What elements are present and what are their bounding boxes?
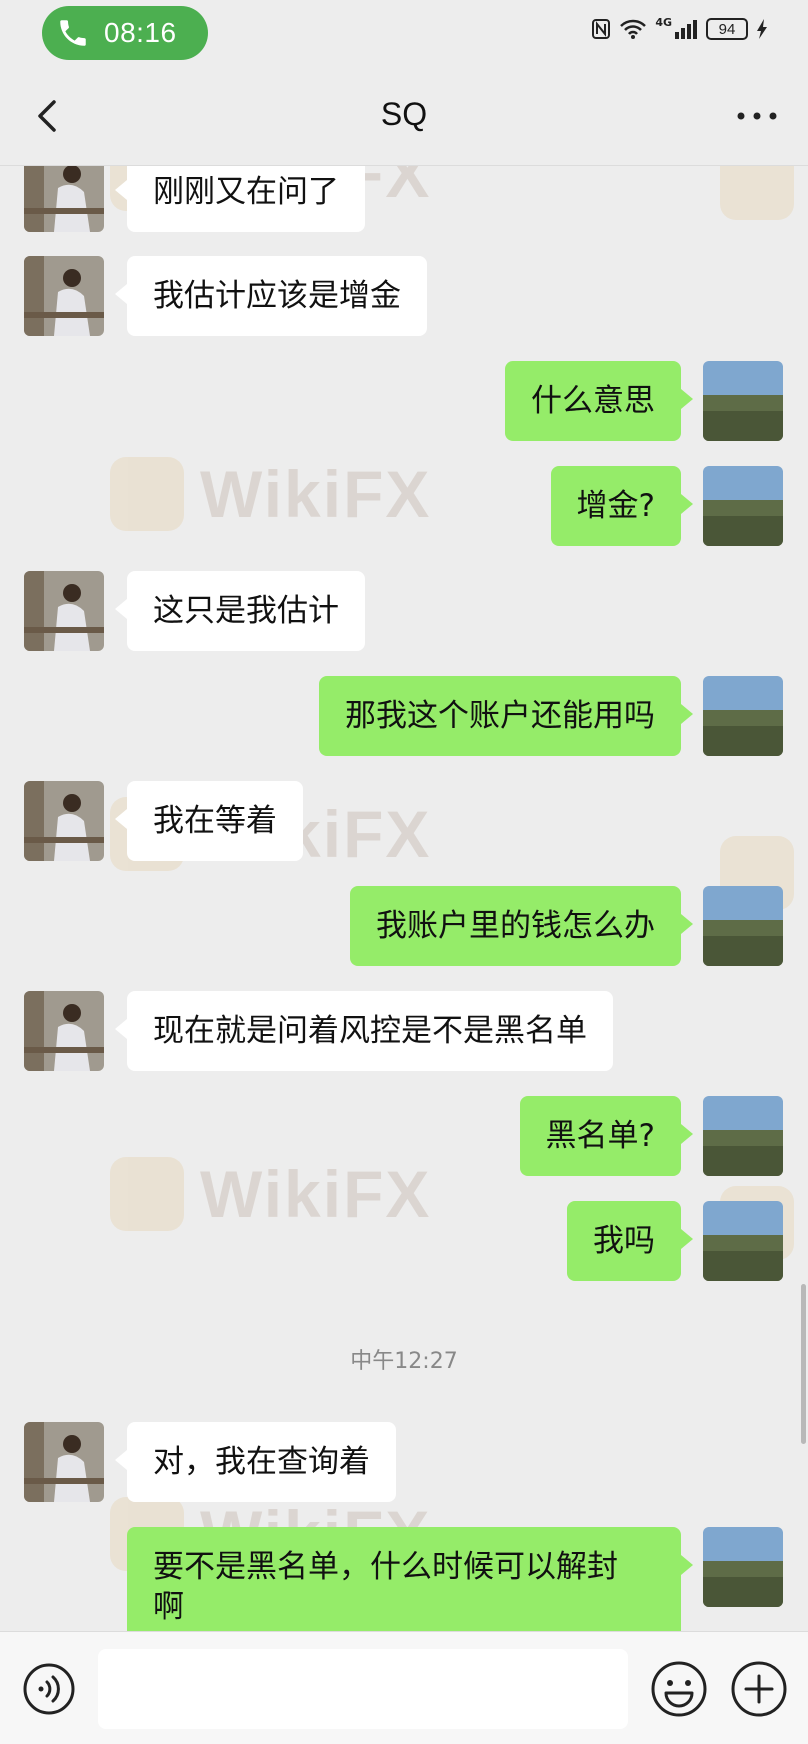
message-list[interactable]: WikiFX WikiFX WikiFX WikiFX WikiFX 刚刚又在问… [0, 166, 808, 1631]
wikifx-logo-icon [110, 1157, 184, 1231]
emoji-icon[interactable] [650, 1660, 708, 1718]
input-bar [0, 1631, 808, 1744]
wikifx-logo-icon [720, 166, 794, 220]
incoming-message[interactable]: 现在就是问着风控是不是黑名单 [115, 991, 613, 1071]
outgoing-message[interactable]: 黑名单? [519, 1096, 694, 1176]
message-input[interactable] [98, 1649, 628, 1729]
wikifx-logo-icon [110, 457, 184, 531]
status-time: 08:16 [104, 17, 177, 48]
ongoing-call-pill[interactable]: 08:16 [42, 6, 208, 60]
outgoing-message[interactable]: 要不是黑名单，什么时候可以解封 啊 [127, 1527, 693, 1631]
outgoing-message[interactable]: 那我这个账户还能用吗 [319, 676, 693, 756]
user-avatar[interactable] [703, 1096, 783, 1176]
user-avatar[interactable] [703, 1527, 783, 1607]
outgoing-message[interactable]: 增金? [550, 466, 694, 546]
message-timestamp: 中午12:27 [350, 1349, 458, 1374]
chat-header: SQ [0, 68, 808, 166]
incoming-message[interactable]: 这只是我估计 [115, 571, 365, 651]
user-avatar[interactable] [703, 1201, 783, 1281]
nfc-icon [592, 19, 611, 39]
status-bar: 08:16 4G 94 [0, 0, 808, 68]
watermark: WikiFX [110, 1156, 431, 1232]
outgoing-message[interactable]: 什么意思 [505, 361, 693, 441]
chat-title: SQ [380, 96, 428, 132]
charging-icon [757, 19, 767, 39]
incoming-message[interactable]: 我在等着 [115, 781, 303, 861]
user-avatar[interactable] [703, 466, 783, 546]
watermark: WikiFX [110, 456, 431, 532]
incoming-message[interactable]: 我估计应该是增金 [115, 256, 427, 336]
contact-avatar[interactable] [24, 1422, 104, 1502]
contact-avatar[interactable] [24, 991, 104, 1071]
user-avatar[interactable] [703, 676, 783, 756]
battery-level: 94 [718, 20, 736, 38]
plus-icon[interactable] [730, 1660, 788, 1718]
phone-icon [60, 20, 86, 46]
battery-indicator: 94 [706, 18, 748, 40]
contact-avatar[interactable] [24, 256, 104, 336]
user-avatar[interactable] [703, 361, 783, 441]
incoming-message[interactable]: 对，我在查询着 [115, 1422, 396, 1502]
contact-avatar[interactable] [24, 166, 104, 232]
incoming-message[interactable]: 刚刚又在问了 [115, 166, 365, 232]
outgoing-message[interactable]: 我账户里的钱怎么办 [350, 886, 693, 966]
voice-icon[interactable] [22, 1662, 76, 1716]
more-dots-icon[interactable] [734, 98, 780, 134]
contact-avatar[interactable] [24, 781, 104, 861]
scrollbar[interactable] [801, 1284, 806, 1444]
wifi-icon [620, 19, 647, 39]
signal-icon [675, 20, 697, 39]
user-avatar[interactable] [703, 886, 783, 966]
network-type: 4G [655, 15, 672, 29]
status-icons: 4G 94 [591, 15, 768, 40]
contact-avatar[interactable] [24, 571, 104, 651]
watermark [720, 166, 794, 220]
outgoing-message[interactable]: 我吗 [567, 1201, 693, 1281]
